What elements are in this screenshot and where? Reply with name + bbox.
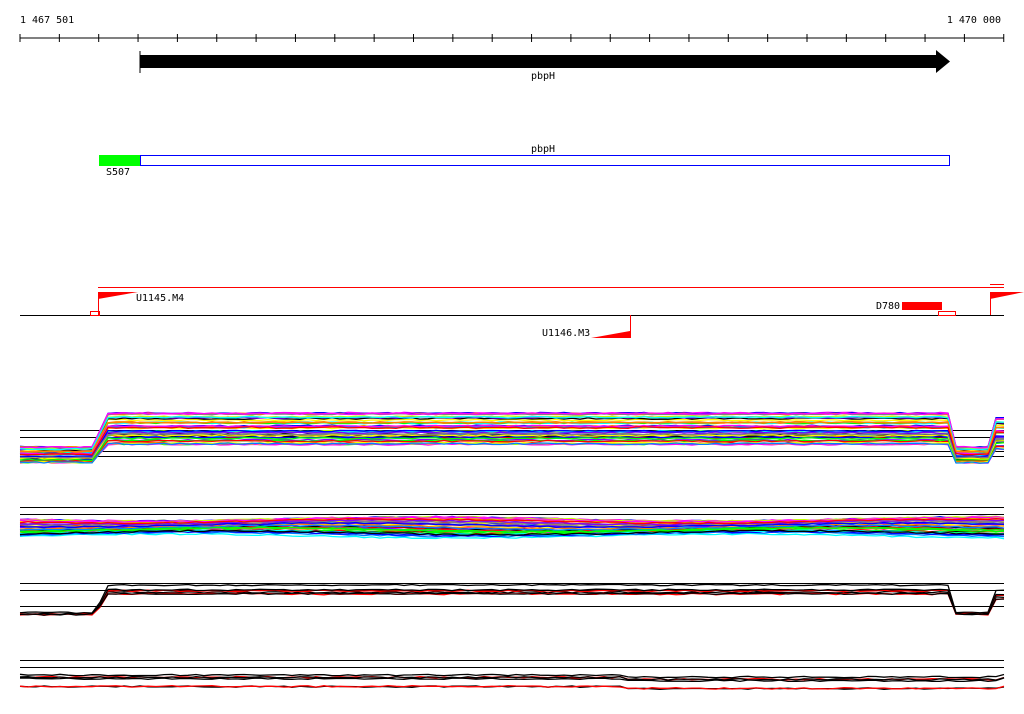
track-1 <box>19 411 1005 464</box>
ruler-start-label: 1 467 501 <box>20 15 74 26</box>
genome-browser: 1 467 501 1 470 000 pbpH pbpH S507 U1145… <box>19 15 1024 690</box>
signal-line <box>19 442 1005 464</box>
signal-line <box>19 441 1005 464</box>
upstream-flag[interactable] <box>90 292 139 316</box>
signal-line <box>19 583 1005 615</box>
signal-line <box>19 441 1005 464</box>
signal-line <box>19 592 1005 616</box>
signal-line <box>19 592 1004 616</box>
signal-line <box>19 443 1005 464</box>
signal-line <box>19 441 1005 464</box>
transcript-box[interactable] <box>140 155 950 166</box>
d-feature-block[interactable] <box>902 302 956 316</box>
track-2 <box>19 507 1005 540</box>
gene-label: pbpH <box>531 71 555 82</box>
right-flag[interactable] <box>990 292 1024 315</box>
signal-line <box>19 590 1005 616</box>
d-feature-label: D780 <box>876 301 900 312</box>
ruler <box>19 34 1005 42</box>
ruler-end-label: 1 470 000 <box>947 15 1001 26</box>
signal-tracks <box>19 411 1005 690</box>
utr-block[interactable] <box>99 155 140 166</box>
track-4 <box>19 660 1005 690</box>
upstream-flag-label: U1145.M4 <box>136 293 184 304</box>
downstream-flag[interactable] <box>591 315 631 338</box>
track-3 <box>19 583 1005 616</box>
signal-line <box>19 442 1005 464</box>
gene-arrow[interactable] <box>139 50 950 73</box>
downstream-flag-label: U1146.M3 <box>542 328 590 339</box>
transcript-label: pbpH <box>531 144 555 155</box>
utr-label: S507 <box>106 167 130 178</box>
